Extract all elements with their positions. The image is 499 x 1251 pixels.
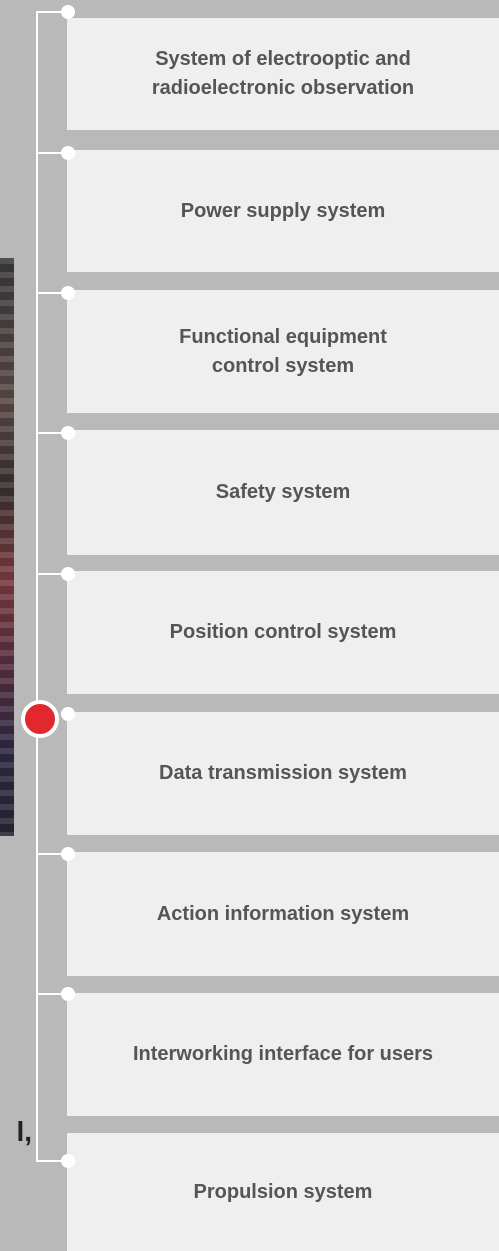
partial-heading-text: l, bbox=[16, 1116, 32, 1147]
system-label: Safety system bbox=[215, 481, 351, 503]
timeline-node[interactable] bbox=[61, 987, 75, 1001]
system-label: Power supply system bbox=[180, 199, 386, 222]
system-label: Action information system bbox=[156, 902, 410, 925]
system-label: System of electrooptic and radioelectron… bbox=[151, 48, 415, 99]
system-card-safety[interactable]: Safety system bbox=[67, 430, 499, 555]
timeline-node[interactable] bbox=[61, 567, 75, 581]
system-card-data-transmission[interactable]: Data transmission system bbox=[67, 712, 499, 835]
system-card-interworking-interface[interactable]: Interworking interface for users bbox=[67, 993, 499, 1116]
timeline-line bbox=[36, 12, 38, 1161]
system-label: Propulsion system bbox=[193, 1180, 373, 1203]
system-label: Functional equipment control system bbox=[179, 325, 387, 377]
timeline-node[interactable] bbox=[61, 146, 75, 160]
system-card-power-supply[interactable]: Power supply system bbox=[67, 150, 499, 272]
timeline-node[interactable] bbox=[61, 5, 75, 19]
system-card-propulsion[interactable]: Propulsion system bbox=[67, 1133, 499, 1251]
system-card-position-control[interactable]: Position control system bbox=[67, 571, 499, 694]
active-indicator-dot[interactable] bbox=[21, 700, 59, 738]
system-card-functional-equipment[interactable]: Functional equipment control system bbox=[67, 290, 499, 413]
timeline-node[interactable] bbox=[61, 286, 75, 300]
system-label: Position control system bbox=[169, 621, 397, 643]
background-photo-strip bbox=[0, 258, 14, 836]
system-card-action-information[interactable]: Action information system bbox=[67, 852, 499, 976]
timeline-node[interactable] bbox=[61, 1154, 75, 1168]
timeline-node[interactable] bbox=[61, 847, 75, 861]
system-label: Interworking interface for users bbox=[132, 1043, 434, 1065]
timeline-node[interactable] bbox=[61, 426, 75, 440]
system-card-observation[interactable]: System of electrooptic and radioelectron… bbox=[67, 18, 499, 130]
system-label: Data transmission system bbox=[159, 762, 407, 784]
timeline-node[interactable] bbox=[61, 707, 75, 721]
